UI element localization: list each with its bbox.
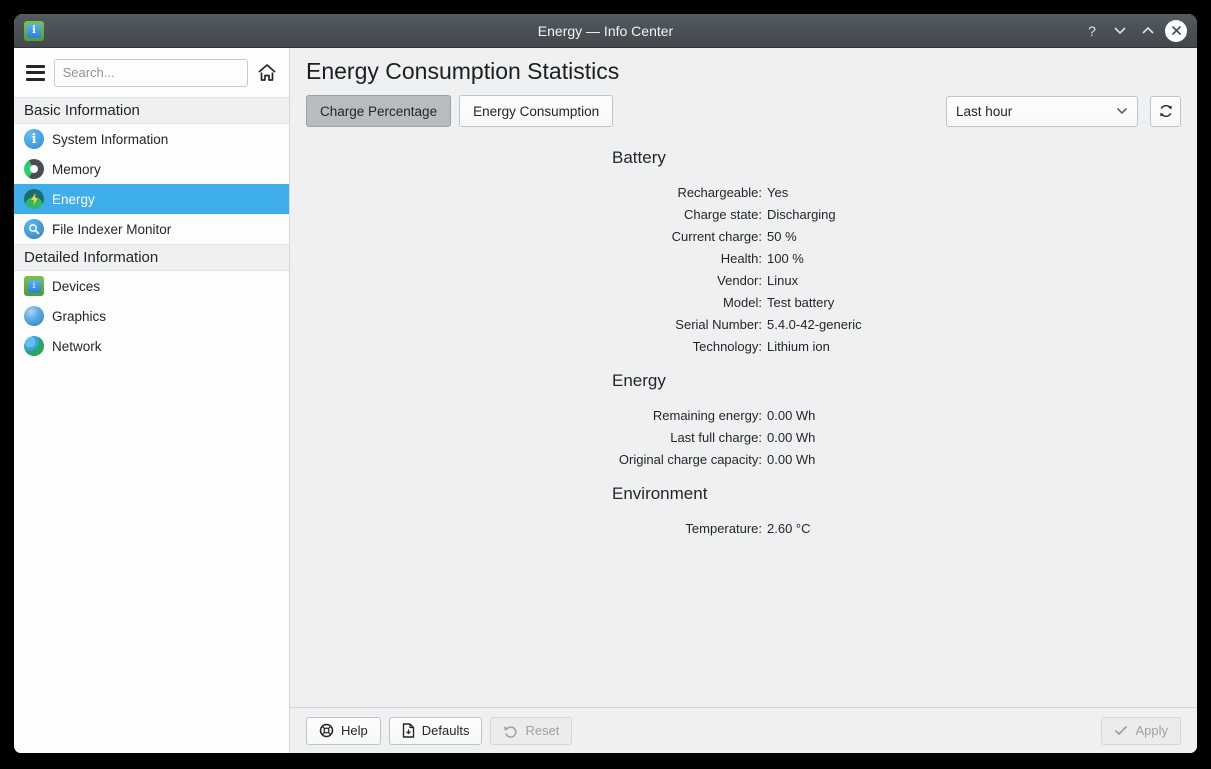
sidebar-item-memory[interactable]: Memory	[14, 154, 289, 184]
document-defaults-icon	[402, 723, 415, 738]
info-center-window: i Energy — Info Center ?	[14, 14, 1197, 753]
sidebar-item-energy[interactable]: Energy	[14, 184, 289, 214]
section-title-battery: Battery	[612, 148, 1181, 168]
sidebar-item-label: File Indexer Monitor	[52, 222, 171, 237]
section-title-energy: Energy	[612, 371, 1181, 391]
timespan-selected-value: Last hour	[956, 104, 1116, 119]
network-globe-icon	[24, 336, 44, 356]
energy-battery-icon	[24, 189, 44, 209]
sidebar-item-devices[interactable]: i Devices	[14, 271, 289, 301]
sidebar-item-system-information[interactable]: i System Information	[14, 124, 289, 154]
help-button[interactable]: Help	[306, 717, 381, 745]
home-button[interactable]	[257, 62, 277, 84]
sidebar-item-label: Energy	[52, 192, 95, 207]
memory-chart-icon	[24, 159, 44, 179]
sidebar-item-label: Network	[52, 339, 102, 354]
defaults-button[interactable]: Defaults	[389, 717, 483, 745]
footer: Help Defaults Reset	[290, 707, 1197, 753]
sidebar-item-network[interactable]: Network	[14, 331, 289, 361]
info-row-vendor: Vendor: Linux	[306, 270, 1181, 292]
refresh-icon	[1158, 103, 1174, 119]
info-row-charge-state: Charge state: Discharging	[306, 204, 1181, 226]
apply-button[interactable]: Apply	[1101, 717, 1181, 745]
refresh-button[interactable]	[1150, 96, 1181, 127]
sidebar-item-label: System Information	[52, 132, 168, 147]
titlebar[interactable]: i Energy — Info Center ?	[14, 14, 1197, 48]
info-row-original-charge-capacity: Original charge capacity: 0.00 Wh	[306, 449, 1181, 471]
sidebar-item-label: Graphics	[52, 309, 106, 324]
form-content: Battery Rechargeable: Yes Charge state: …	[290, 127, 1197, 707]
sidebar-section-basic-information: Basic Information	[14, 97, 289, 124]
reset-button[interactable]: Reset	[490, 717, 572, 745]
info-row-temperature: Temperature: 2.60 °C	[306, 518, 1181, 540]
info-row-health: Health: 100 %	[306, 248, 1181, 270]
minimize-button[interactable]	[1109, 20, 1131, 42]
sidebar-item-label: Devices	[52, 279, 100, 294]
energy-consumption-toggle[interactable]: Energy Consumption	[459, 95, 613, 127]
toolbar: Charge Percentage Energy Consumption Las…	[290, 85, 1197, 127]
sidebar-item-graphics[interactable]: Graphics	[14, 301, 289, 331]
home-icon	[257, 63, 277, 82]
maximize-button[interactable]	[1137, 20, 1159, 42]
info-row-rechargeable: Rechargeable: Yes	[306, 182, 1181, 204]
app-icon: i	[24, 21, 44, 41]
checkmark-icon	[1114, 725, 1128, 736]
sidebar-section-detailed-information: Detailed Information	[14, 244, 289, 271]
undo-reset-icon	[503, 724, 518, 738]
info-row-technology: Technology: Lithium ion	[306, 336, 1181, 358]
section-title-environment: Environment	[612, 484, 1181, 504]
search-input[interactable]	[54, 59, 248, 87]
close-button[interactable]	[1165, 20, 1187, 42]
info-row-remaining-energy: Remaining energy: 0.00 Wh	[306, 405, 1181, 427]
help-lifebuoy-icon	[319, 723, 334, 738]
timespan-select[interactable]: Last hour	[946, 96, 1138, 127]
info-row-current-charge: Current charge: 50 %	[306, 226, 1181, 248]
page-title: Energy Consumption Statistics	[306, 58, 1181, 85]
close-icon	[1171, 25, 1182, 36]
window-title: Energy — Info Center	[14, 23, 1197, 39]
hamburger-menu-icon[interactable]	[26, 65, 45, 81]
sidebar-item-label: Memory	[52, 162, 101, 177]
sidebar: Basic Information i System Information M…	[14, 48, 290, 753]
info-circle-icon: i	[24, 129, 44, 149]
chevron-down-icon	[1113, 26, 1127, 35]
chevron-down-icon	[1116, 107, 1128, 115]
main-panel: Energy Consumption Statistics Charge Per…	[290, 48, 1197, 753]
charge-percentage-toggle[interactable]: Charge Percentage	[306, 95, 451, 127]
device-chip-icon: i	[24, 276, 44, 296]
search-index-icon	[24, 219, 44, 239]
sidebar-item-file-indexer-monitor[interactable]: File Indexer Monitor	[14, 214, 289, 244]
info-row-model: Model: Test battery	[306, 292, 1181, 314]
chevron-up-icon	[1141, 26, 1155, 35]
info-row-last-full-charge: Last full charge: 0.00 Wh	[306, 427, 1181, 449]
info-row-serial-number: Serial Number: 5.4.0-42-generic	[306, 314, 1181, 336]
help-window-button[interactable]: ?	[1081, 20, 1103, 42]
graphics-sphere-icon	[24, 306, 44, 326]
